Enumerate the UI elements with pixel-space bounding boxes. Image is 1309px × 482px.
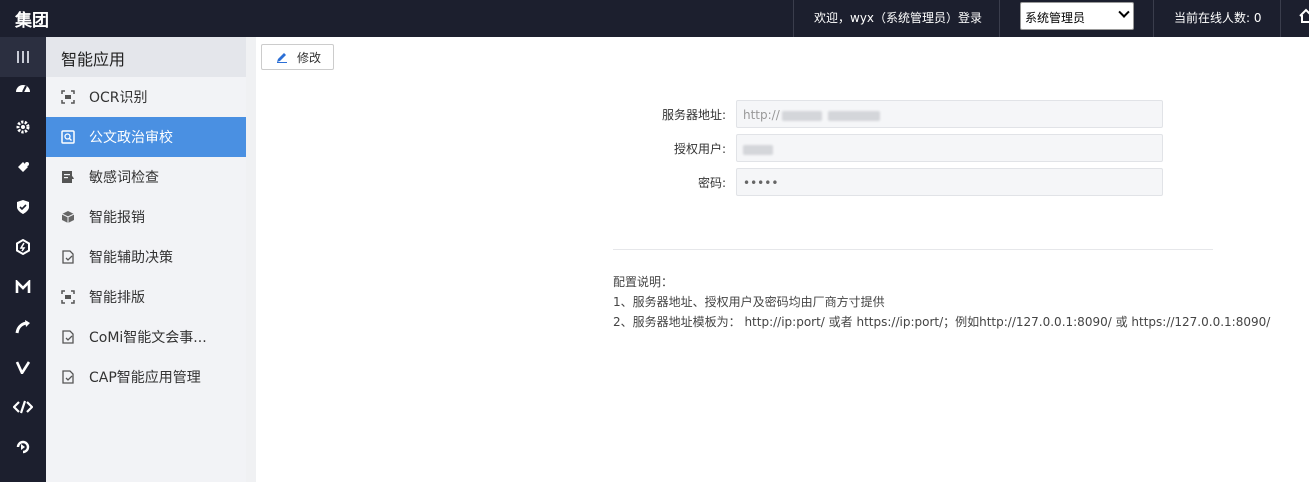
v-letter-icon[interactable] [0, 347, 46, 387]
m-letter-icon[interactable] [0, 267, 46, 307]
doc-check-icon [62, 370, 74, 384]
sidebar-item-smart-reimbursement[interactable]: 智能报销 [46, 197, 246, 237]
password-label: 密码: [697, 176, 726, 190]
authorized-user-field[interactable] [736, 134, 1163, 162]
config-note-line: 2、服务器地址模板为： http://ip:port/ 或者 https://i… [613, 315, 1271, 329]
arrow-cycle-icon[interactable] [0, 427, 46, 467]
sidebar-item-comi[interactable]: CoMi智能文会事... [46, 317, 246, 357]
top-divider [1153, 0, 1154, 37]
sidebar-item-label: OCR识别 [89, 90, 148, 106]
search-doc-icon [61, 130, 75, 144]
server-address-field[interactable]: http:// [736, 100, 1163, 128]
config-notes-title: 配置说明： [613, 275, 674, 289]
welcome-text: 欢迎，wyx（系统管理员）登录 [814, 11, 983, 25]
arrow-curve-icon[interactable] [0, 307, 46, 347]
sidebar-item-label: CAP智能应用管理 [89, 370, 201, 386]
settings-gear-icon[interactable] [0, 107, 46, 147]
server-address-label: 服务器地址: [661, 108, 726, 122]
icon-sidebar [0, 37, 46, 482]
role-select[interactable]: 系统管理员 [1020, 2, 1134, 30]
doc-check-icon [62, 330, 74, 344]
password-field[interactable]: ••••• [736, 168, 1163, 196]
scan-icon [61, 290, 75, 304]
sidebar-item-sensitive-words[interactable]: 敏感词检查 [46, 157, 246, 197]
sidebar-item-label: 敏感词检查 [89, 170, 159, 186]
top-divider [1280, 0, 1281, 37]
hexagon-icon[interactable] [0, 227, 46, 267]
pencil-icon [277, 53, 287, 63]
doc-check-icon [62, 250, 74, 264]
sidebar-item-label: 智能报销 [89, 210, 145, 226]
app-sidenav: 智能应用 OCR识别 公文政治审校 敏感词检查 智能报销 智能辅助决策 智能排版… [46, 37, 246, 482]
sidebar-item-label: 智能排版 [89, 290, 145, 306]
sidebar-item-decision-support[interactable]: 智能辅助决策 [46, 237, 246, 277]
top-divider [793, 0, 794, 37]
top-bar: 集团 欢迎，wyx（系统管理员）登录 系统管理员 当前在线人数: 0 [0, 0, 1309, 37]
role-select-value: 系统管理员 [1025, 11, 1086, 25]
shield-check-icon[interactable] [0, 187, 46, 227]
home-icon[interactable] [1299, 8, 1309, 24]
puzzle-icon[interactable] [0, 147, 46, 187]
online-count: 当前在线人数: 0 [1174, 11, 1262, 25]
cube-icon [61, 211, 75, 223]
brand-title: 集团 [15, 11, 49, 31]
sidebar-item-label: CoMi智能文会事... [89, 330, 207, 346]
section-divider [613, 249, 1213, 250]
sidebar-item-ocr[interactable]: OCR识别 [46, 77, 246, 117]
sidebar-item-label: 智能辅助决策 [89, 250, 173, 266]
sidebar-item-smart-layout[interactable]: 智能排版 [46, 277, 246, 317]
chevron-down-icon [1118, 6, 1130, 18]
edit-button-label: 修改 [297, 50, 322, 65]
redacted-mask [743, 144, 773, 155]
content-divider [246, 37, 256, 482]
alert-doc-icon [62, 171, 74, 183]
password-value: ••••• [743, 176, 779, 190]
authorized-user-label: 授权用户: [673, 142, 726, 156]
redacted-mask [781, 110, 822, 121]
sidenav-title: 智能应用 [46, 37, 246, 77]
dashboard-icon[interactable] [0, 67, 46, 107]
scan-icon [61, 90, 75, 104]
redacted-mask [827, 110, 880, 121]
top-divider [999, 0, 1000, 37]
server-address-value: http:// [743, 108, 780, 122]
sidebar-item-cap-management[interactable]: CAP智能应用管理 [46, 357, 246, 397]
sidebar-item-label: 公文政治审校 [89, 130, 173, 146]
config-note-line: 1、服务器地址、授权用户及密码均由厂商方寸提供 [613, 295, 885, 309]
code-slash-icon[interactable] [0, 387, 46, 427]
edit-button[interactable]: 修改 [261, 44, 334, 70]
sidebar-item-political-review[interactable]: 公文政治审校 [46, 117, 246, 157]
